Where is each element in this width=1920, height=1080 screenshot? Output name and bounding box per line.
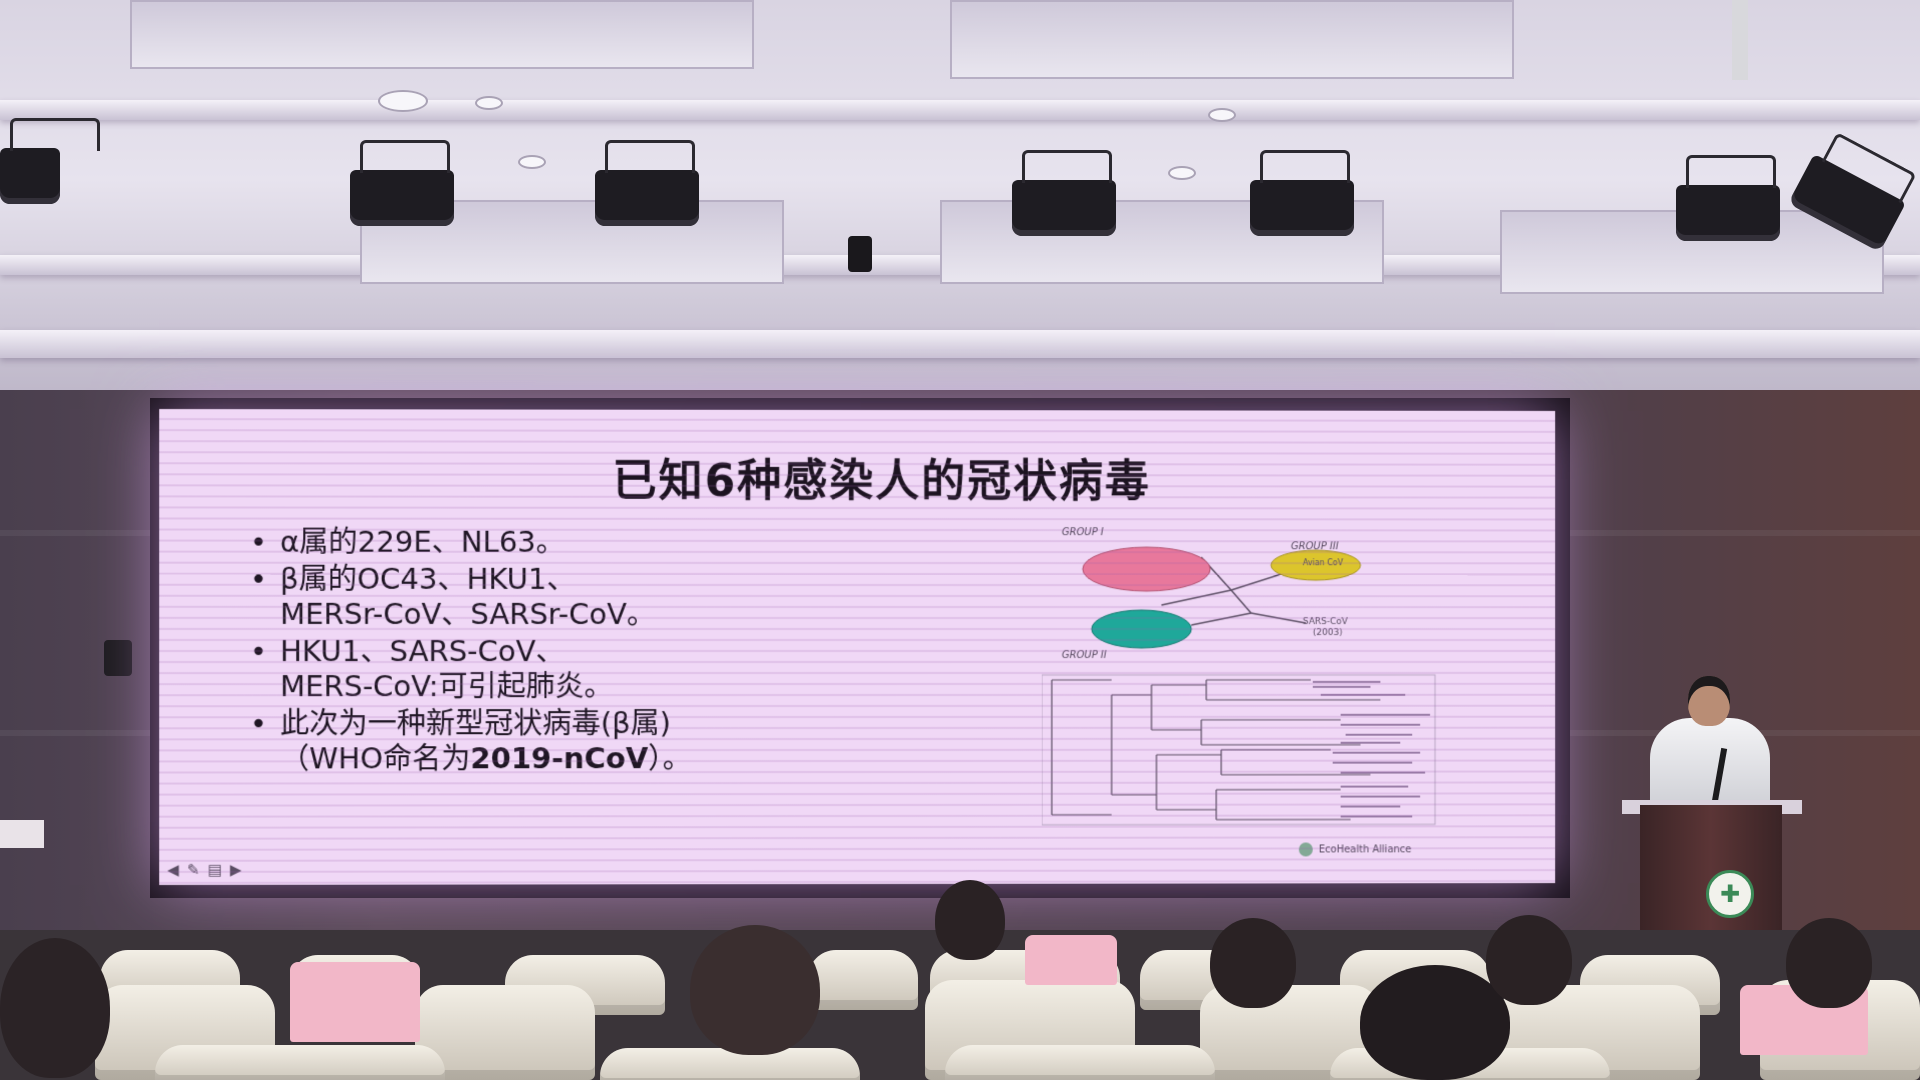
ceiling-mount [1732,0,1748,80]
stage-light [1250,150,1354,236]
bullet-tail-suffix: ）。 [648,741,692,776]
ceiling [0,0,1920,400]
bullet-line: α属的229E、NL63。 [280,524,566,559]
seat [600,1048,860,1080]
stage-light [1012,150,1116,236]
bullet-item: 此次为一种新型冠状病毒(β属) （WHO命名为2019-nCoV）。 [250,706,1072,777]
phylogenetic-tree [1052,680,1381,820]
seat-cover [290,962,420,1042]
seat-cover [1025,935,1117,985]
wall-sign [0,820,44,848]
bullet-line: 此次为一种新型冠状病毒(β属) [280,706,671,741]
bullet-line-tail: （WHO命名为2019-nCoV）。 [280,741,1072,777]
ceiling-recess [950,0,1514,79]
bullet-item: HKU1、SARS-CoV、 MERS-CoV:可引起肺炎。 [250,634,1072,704]
credit-logo [1298,842,1313,857]
slide-bullet-list: α属的229E、NL63。 β属的OC43、HKU1、 MERSr-CoV、SA… [250,525,1072,779]
audience-head [1786,918,1872,1008]
group-1-label: GROUP I [1061,527,1104,539]
seat [155,1045,445,1080]
downlight [475,96,503,110]
stage-light [350,140,454,226]
virus-name: 2019-nCoV [470,741,649,776]
wall-speaker [104,640,132,676]
ceiling-beam [0,100,1920,120]
stage-light [595,140,699,226]
prev-slide-icon[interactable]: ◀ [167,861,179,879]
bullet-line: HKU1、SARS-CoV、 [280,633,565,669]
conference-hall-photo: 已知6种感染人的冠状病毒 α属的229E、NL63。 β属的OC43、HKU1、… [0,0,1920,1080]
lectern-logo-icon: ✚ [1706,870,1754,918]
group-3-node-label: Avian CoV [1302,558,1344,568]
bullet-tail-prefix: （WHO命名为 [280,741,471,776]
downlight [518,155,546,169]
bullet-item: α属的229E、NL63。 [250,525,1072,561]
pen-icon[interactable]: ✎ [187,861,200,879]
downlight [378,90,428,112]
audience-head [1360,965,1510,1080]
speaker-body [1650,718,1770,808]
slide-nav-bar: ◀ ✎ ▤ ▶ [167,861,241,879]
stage-light [1676,155,1780,241]
audience-head [1486,915,1572,1005]
next-slide-icon[interactable]: ▶ [230,861,242,879]
security-camera [848,236,872,272]
projection-screen: 已知6种感染人的冠状病毒 α属的229E、NL63。 β属的OC43、HKU1、… [159,409,1556,885]
diagram-graphic [1042,525,1440,857]
ceiling-beam [0,330,1920,358]
group-2-cluster [1092,610,1192,648]
audience-head [935,880,1005,960]
audience-head [0,938,110,1078]
slide-title: 已知6种感染人的冠状病毒 [612,455,1151,508]
group-3-label: GROUP III [1290,541,1339,553]
bullet-item: β属的OC43、HKU1、 MERSr-CoV、SARSr-CoV。 [250,562,1072,632]
seat [945,1045,1215,1080]
bullet-line: MERS-CoV:可引起肺炎。 [280,669,614,704]
sars-label: SARS-CoV [1302,617,1348,628]
bullet-line: β属的OC43、HKU1、 [280,561,576,596]
credit-text: EcoHealth Alliance [1318,844,1412,856]
group-2-label: GROUP II [1061,649,1107,661]
stage-light [0,118,100,204]
ceiling-recess [130,0,754,69]
group-1-cluster [1083,547,1211,591]
seat [808,950,918,1010]
audience-head [690,925,820,1055]
coronavirus-group-diagram: GROUP I GROUP II GROUP III Avian CoV SAR… [1042,525,1440,865]
downlight [1208,108,1236,122]
speaker-head [1688,676,1730,726]
downlight [1168,166,1196,180]
bullet-line: MERSr-CoV、SARSr-CoV。 [280,596,656,631]
menu-icon[interactable]: ▤ [208,861,222,879]
sars-year: (2003) [1312,628,1343,639]
audience-head [1210,918,1296,1008]
